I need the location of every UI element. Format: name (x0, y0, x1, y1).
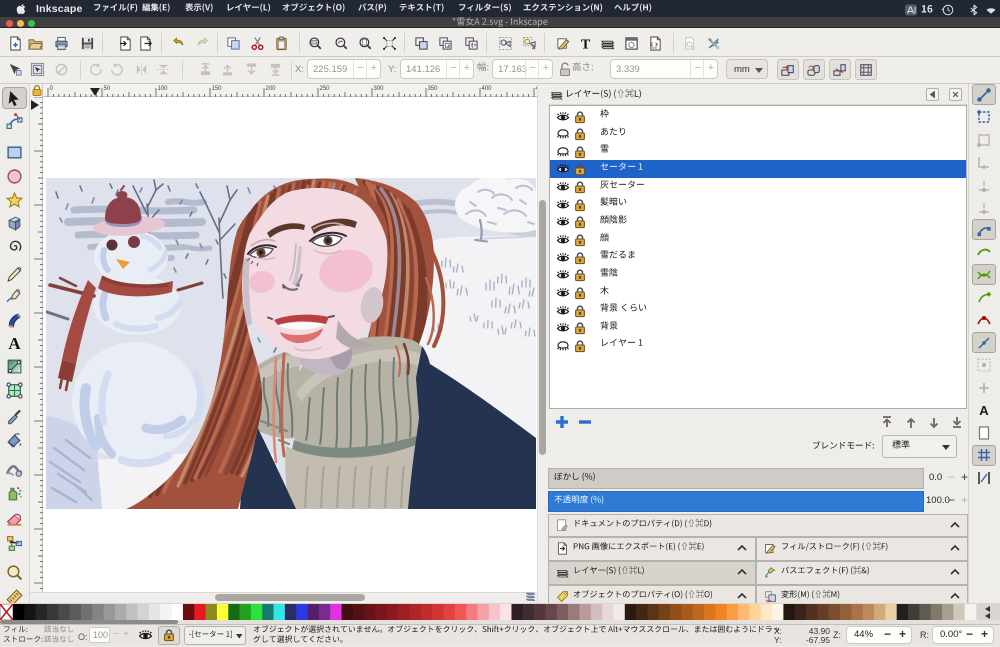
svg-text:150: 150 (212, 86, 223, 92)
svg-text:200: 200 (266, 86, 277, 92)
svg-text:300: 300 (374, 86, 385, 92)
svg-text:A: A (8, 334, 21, 351)
svg-text:250: 250 (320, 86, 331, 92)
svg-text:0: 0 (50, 86, 54, 92)
svg-text:350: 350 (428, 86, 439, 92)
svg-text:100: 100 (158, 86, 169, 92)
svg-text:A: A (979, 403, 989, 418)
svg-text:T: T (581, 37, 591, 51)
svg-text:50: 50 (104, 86, 111, 92)
svg-text:400: 400 (482, 86, 493, 92)
